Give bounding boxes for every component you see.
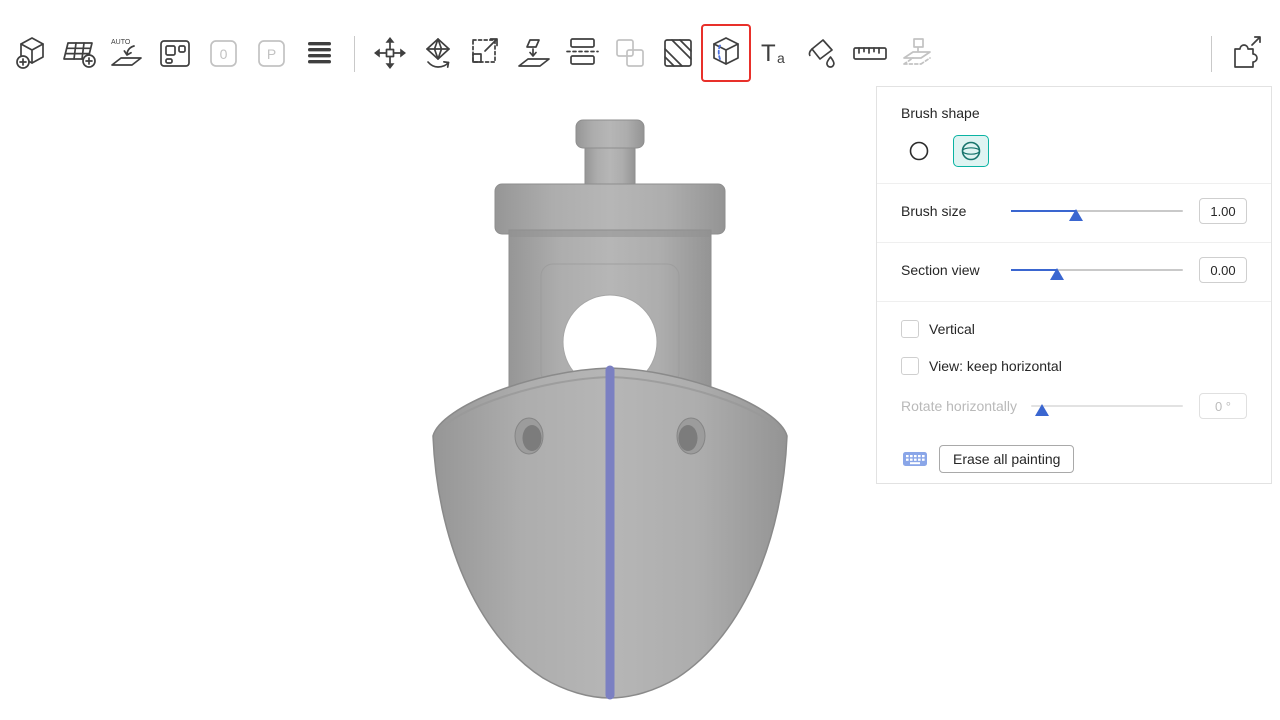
auto-orient-button[interactable]: AUTO bbox=[104, 26, 150, 80]
vertical-checkbox-label: Vertical bbox=[929, 321, 975, 337]
keep-horizontal-checkbox-label: View: keep horizontal bbox=[929, 358, 1062, 374]
erase-all-painting-button[interactable]: Erase all painting bbox=[939, 445, 1074, 473]
panel-actions: Erase all painting bbox=[901, 445, 1247, 473]
section-view-slider-handle[interactable] bbox=[1050, 268, 1064, 280]
measure-icon bbox=[850, 33, 890, 73]
cut-button[interactable] bbox=[559, 26, 605, 80]
layers-icon bbox=[299, 33, 339, 73]
assembly-view-button bbox=[895, 26, 941, 80]
rotate-horizontally-slider bbox=[1031, 395, 1183, 417]
support-painting-icon bbox=[658, 33, 698, 73]
toolbar-separator bbox=[354, 36, 355, 72]
brush-size-slider-handle[interactable] bbox=[1069, 209, 1083, 221]
scale-button[interactable] bbox=[463, 26, 509, 80]
brush-shape-title: Brush shape bbox=[901, 105, 1247, 121]
place-on-face-button[interactable] bbox=[511, 26, 557, 80]
cut-icon bbox=[562, 33, 602, 73]
fill-plate-p-glyph: P bbox=[267, 46, 276, 62]
assembly-view-icon bbox=[898, 33, 938, 73]
scale-icon bbox=[466, 33, 506, 73]
shortcuts-button[interactable] bbox=[901, 449, 929, 469]
brush-shape-circle-option[interactable] bbox=[901, 135, 937, 167]
add-plate-icon bbox=[59, 33, 99, 73]
brush-shape-sphere-option[interactable] bbox=[953, 135, 989, 167]
move-button[interactable] bbox=[367, 26, 413, 80]
mesh-boolean-button bbox=[607, 26, 653, 80]
rotate-horizontally-row: Rotate horizontally 0 ° bbox=[901, 391, 1247, 421]
panel-divider bbox=[877, 183, 1271, 184]
panel-divider bbox=[877, 301, 1271, 302]
variable-layer-height-button[interactable] bbox=[296, 26, 342, 80]
rotate-horizontally-value: 0 ° bbox=[1199, 393, 1247, 419]
support-painting-button[interactable] bbox=[655, 26, 701, 80]
section-view-value[interactable]: 0.00 bbox=[1199, 257, 1247, 283]
rotate-slider-track bbox=[1031, 405, 1183, 407]
sphere-brush-icon bbox=[960, 140, 982, 162]
cabin-roof bbox=[495, 184, 725, 234]
add-object-icon bbox=[11, 33, 51, 73]
auto-orient-icon: AUTO bbox=[107, 33, 147, 73]
move-icon bbox=[370, 33, 410, 73]
hawse-hole-left-inner bbox=[523, 425, 542, 451]
panel-divider bbox=[877, 242, 1271, 243]
toolbar-separator bbox=[1211, 36, 1212, 72]
seam-painting-button[interactable] bbox=[703, 26, 749, 80]
hawse-hole-right-inner bbox=[679, 425, 698, 451]
brush-size-row: Brush size 1.00 bbox=[901, 196, 1247, 226]
cabin-roof-shadow bbox=[509, 230, 711, 237]
color-painting-button[interactable] bbox=[799, 26, 845, 80]
add-plate-button[interactable] bbox=[56, 26, 102, 80]
brush-size-slider-fill bbox=[1011, 210, 1076, 212]
place-on-face-icon bbox=[514, 33, 554, 73]
text-tool-button[interactable]: T a bbox=[751, 26, 797, 80]
fill-plate-0-icon: 0 bbox=[203, 33, 243, 73]
rotate-button[interactable] bbox=[415, 26, 461, 80]
fill-plate-0-button: 0 bbox=[200, 26, 246, 80]
mesh-boolean-icon bbox=[610, 33, 650, 73]
brush-size-value[interactable]: 1.00 bbox=[1199, 198, 1247, 224]
measure-button[interactable] bbox=[847, 26, 893, 80]
add-object-button[interactable] bbox=[8, 26, 54, 80]
fill-plate-0-glyph: 0 bbox=[220, 46, 228, 62]
vertical-checkbox-row: Vertical bbox=[901, 319, 1247, 339]
fill-plate-p-button: P bbox=[248, 26, 294, 80]
circle-brush-icon bbox=[908, 140, 930, 162]
vertical-checkbox[interactable] bbox=[901, 320, 919, 338]
text-tool-glyph-a: a bbox=[777, 50, 785, 66]
arrange-icon bbox=[155, 33, 195, 73]
section-view-slider[interactable] bbox=[1011, 259, 1183, 281]
brush-size-label: Brush size bbox=[901, 203, 997, 219]
benchy-model[interactable] bbox=[415, 118, 805, 710]
rotate-slider-handle bbox=[1035, 404, 1049, 416]
rotate-icon bbox=[418, 33, 458, 73]
brush-size-slider[interactable] bbox=[1011, 200, 1183, 222]
text-tool-glyph-T: T bbox=[761, 40, 776, 67]
chimney-cap bbox=[576, 120, 644, 148]
seam-painting-icon bbox=[706, 33, 746, 73]
rotate-horizontally-label: Rotate horizontally bbox=[901, 398, 1017, 414]
fill-plate-p-icon: P bbox=[251, 33, 291, 73]
text-tool-icon: T a bbox=[754, 33, 794, 73]
keyboard-icon bbox=[902, 450, 928, 468]
arrange-button[interactable] bbox=[152, 26, 198, 80]
seam-painting-panel: Brush shape Brush size 1.00 Section view bbox=[876, 86, 1272, 484]
keep-horizontal-checkbox[interactable] bbox=[901, 357, 919, 375]
auto-orient-icon-label: AUTO bbox=[111, 39, 131, 46]
brush-shape-options bbox=[901, 135, 1247, 167]
plugin-puzzle-icon bbox=[1227, 33, 1267, 73]
main-toolbar: AUTO 0 P bbox=[0, 0, 1280, 86]
keep-horizontal-checkbox-row: View: keep horizontal bbox=[901, 356, 1247, 376]
plugin-button[interactable] bbox=[1224, 26, 1270, 80]
color-painting-icon bbox=[802, 33, 842, 73]
section-view-label: Section view bbox=[901, 262, 997, 278]
section-view-row: Section view 0.00 bbox=[901, 255, 1247, 285]
